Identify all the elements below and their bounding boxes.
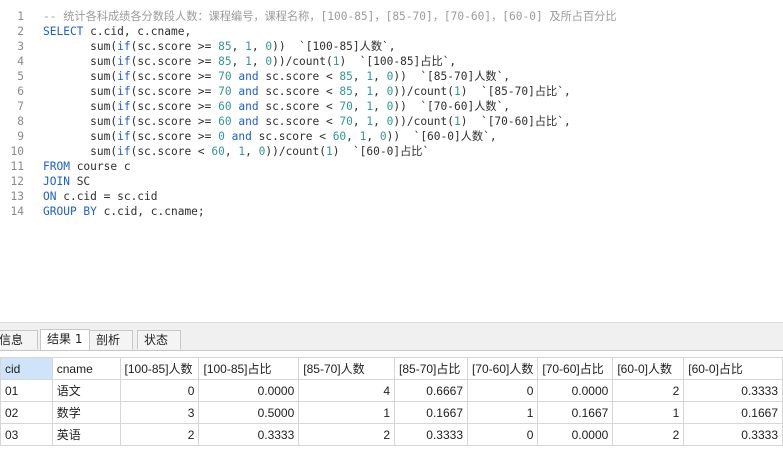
code-text[interactable]: GROUP BY c.cid, c.cname; (43, 204, 205, 219)
code-line[interactable]: 8 sum(if(sc.score >= 60 and sc.score < 7… (0, 114, 783, 129)
cell-60-0-count[interactable]: 2 (612, 423, 685, 446)
code-text[interactable]: sum(if(sc.score >= 70 and sc.score < 85,… (43, 84, 571, 99)
result-tab-bar: 信息 结果 1 剖析 状态 (0, 328, 783, 351)
tab-status[interactable]: 状态 (137, 330, 181, 349)
line-number: 11 (10, 160, 24, 173)
cell-100-85-count[interactable]: 3 (119, 401, 200, 424)
line-number: 10 (10, 145, 24, 158)
column-header-cid[interactable]: cid (0, 357, 53, 380)
cell-85-70-count[interactable]: 1 (298, 401, 396, 424)
code-line[interactable]: 5 sum(if(sc.score >= 70 and sc.score < 8… (0, 69, 783, 84)
code-line[interactable]: 12 JOIN SC (0, 174, 783, 189)
cell-70-60-count[interactable]: 0 (466, 423, 539, 446)
cell-100-85-ratio[interactable]: 0.3333 (198, 423, 300, 446)
cell-cname[interactable]: 英语 (51, 423, 121, 446)
tab-result-1[interactable]: 结果 1 (40, 329, 90, 350)
line-number: 5 (17, 70, 24, 83)
line-number: 13 (10, 190, 24, 203)
code-line[interactable]: 1 -- 统计各科成绩各分数段人数：课程编号，课程名称，[100-85]，[85-… (0, 9, 783, 24)
cell-60-0-count[interactable]: 1 (612, 401, 685, 424)
cell-cname[interactable]: 语文 (51, 379, 121, 402)
cell-cid[interactable]: 03 (0, 423, 53, 446)
code-text[interactable]: SELECT c.cid, c.cname, (43, 24, 191, 39)
code-text[interactable]: ON c.cid = sc.cid (43, 189, 158, 204)
cell-100-85-ratio[interactable]: 0.0000 (198, 379, 300, 402)
cell-85-70-count[interactable]: 2 (298, 423, 396, 446)
tab-info[interactable]: 信息 (0, 330, 38, 349)
result-grid[interactable]: cid cname [100-85]人数 [100-85]占比 [85-70]人… (0, 357, 783, 456)
code-text[interactable]: sum(if(sc.score >= 0 and sc.score < 60, … (43, 129, 496, 144)
cell-85-70-count[interactable]: 4 (298, 379, 396, 402)
tab-profile[interactable]: 剖析 (89, 330, 133, 349)
column-header-85-70-ratio[interactable]: [85-70]占比 (394, 357, 468, 380)
code-text[interactable]: sum(if(sc.score >= 85, 1, 0)) `[100-85]人… (43, 39, 395, 54)
code-line[interactable]: 6 sum(if(sc.score >= 70 and sc.score < 8… (0, 84, 783, 99)
code-line[interactable]: 2 SELECT c.cid, c.cname, (0, 24, 783, 39)
grid-header-row: cid cname [100-85]人数 [100-85]占比 [85-70]人… (0, 357, 783, 380)
column-header-70-60-count[interactable]: [70-60]人数 (466, 357, 539, 380)
cell-100-85-ratio[interactable]: 0.5000 (198, 401, 300, 424)
cell-85-70-ratio[interactable]: 0.3333 (394, 423, 468, 446)
table-row[interactable]: 01 语文 0 0.0000 4 0.6667 0 0.0000 2 0.333… (0, 379, 783, 402)
cell-cid[interactable]: 02 (0, 401, 53, 424)
column-header-70-60-ratio[interactable]: [70-60]占比 (537, 357, 614, 380)
line-number: 7 (17, 100, 24, 113)
code-line[interactable]: 11 FROM course c (0, 159, 783, 174)
line-number: 1 (17, 10, 24, 23)
line-number: 3 (17, 40, 24, 53)
line-number: 6 (17, 85, 24, 98)
cell-70-60-ratio[interactable]: 0.1667 (537, 401, 614, 424)
cell-85-70-ratio[interactable]: 0.6667 (394, 379, 468, 402)
line-number: 8 (17, 115, 24, 128)
line-number: 2 (17, 25, 24, 38)
column-header-100-85-ratio[interactable]: [100-85]占比 (198, 357, 300, 380)
code-line[interactable]: 3 sum(if(sc.score >= 85, 1, 0)) `[100-85… (0, 39, 783, 54)
cell-70-60-ratio[interactable]: 0.0000 (537, 423, 614, 446)
code-text[interactable]: sum(if(sc.score >= 70 and sc.score < 85,… (43, 69, 510, 84)
line-number: 4 (17, 55, 24, 68)
column-header-cname[interactable]: cname (51, 357, 121, 380)
code-text[interactable]: sum(if(sc.score < 60, 1, 0))/count(1) `[… (43, 144, 429, 159)
cell-70-60-count[interactable]: 0 (466, 379, 539, 402)
code-text[interactable]: sum(if(sc.score >= 85, 1, 0))/count(1) `… (43, 54, 456, 69)
column-header-60-0-count[interactable]: [60-0]人数 (612, 357, 685, 380)
table-row[interactable]: 02 数学 3 0.5000 1 0.1667 1 0.1667 1 0.166… (0, 401, 783, 424)
code-text[interactable]: sum(if(sc.score >= 60 and sc.score < 70,… (43, 114, 571, 129)
cell-60-0-ratio[interactable]: 0.1667 (683, 401, 783, 424)
code-line[interactable]: 7 sum(if(sc.score >= 60 and sc.score < 7… (0, 99, 783, 114)
code-text[interactable]: FROM course c (43, 159, 131, 174)
cell-60-0-ratio[interactable]: 0.3333 (683, 423, 783, 446)
cell-70-60-count[interactable]: 1 (466, 401, 539, 424)
column-header-60-0-ratio[interactable]: [60-0]占比 (683, 357, 783, 380)
code-text[interactable]: -- 统计各科成绩各分数段人数：课程编号，课程名称，[100-85]，[85-7… (43, 9, 617, 24)
table-row[interactable]: 03 英语 2 0.3333 2 0.3333 0 0.0000 2 0.333… (0, 423, 783, 446)
column-header-100-85-count[interactable]: [100-85]人数 (119, 357, 200, 380)
cell-60-0-ratio[interactable]: 0.3333 (683, 379, 783, 402)
code-line[interactable]: 4 sum(if(sc.score >= 85, 1, 0))/count(1)… (0, 54, 783, 69)
sql-editor[interactable]: 1 -- 统计各科成绩各分数段人数：课程编号，课程名称，[100-85]，[85-… (0, 0, 783, 322)
cell-70-60-ratio[interactable]: 0.0000 (537, 379, 614, 402)
cell-60-0-count[interactable]: 2 (612, 379, 685, 402)
column-header-85-70-count[interactable]: [85-70]人数 (298, 357, 396, 380)
code-text[interactable]: JOIN SC (43, 174, 90, 189)
code-line[interactable]: 9 sum(if(sc.score >= 0 and sc.score < 60… (0, 129, 783, 144)
code-line[interactable]: 10 sum(if(sc.score < 60, 1, 0))/count(1)… (0, 144, 783, 159)
line-number: 9 (17, 130, 24, 143)
line-number: 14 (10, 205, 24, 218)
cell-cname[interactable]: 数学 (51, 401, 121, 424)
code-line[interactable]: 14 GROUP BY c.cid, c.cname; (0, 204, 783, 219)
code-text[interactable]: sum(if(sc.score >= 60 and sc.score < 70,… (43, 99, 510, 114)
cell-100-85-count[interactable]: 2 (119, 423, 200, 446)
cell-100-85-count[interactable]: 0 (119, 379, 200, 402)
code-line[interactable]: 13 ON c.cid = sc.cid (0, 189, 783, 204)
line-number: 12 (10, 175, 24, 188)
cell-85-70-ratio[interactable]: 0.1667 (394, 401, 468, 424)
cell-cid[interactable]: 01 (0, 379, 53, 402)
